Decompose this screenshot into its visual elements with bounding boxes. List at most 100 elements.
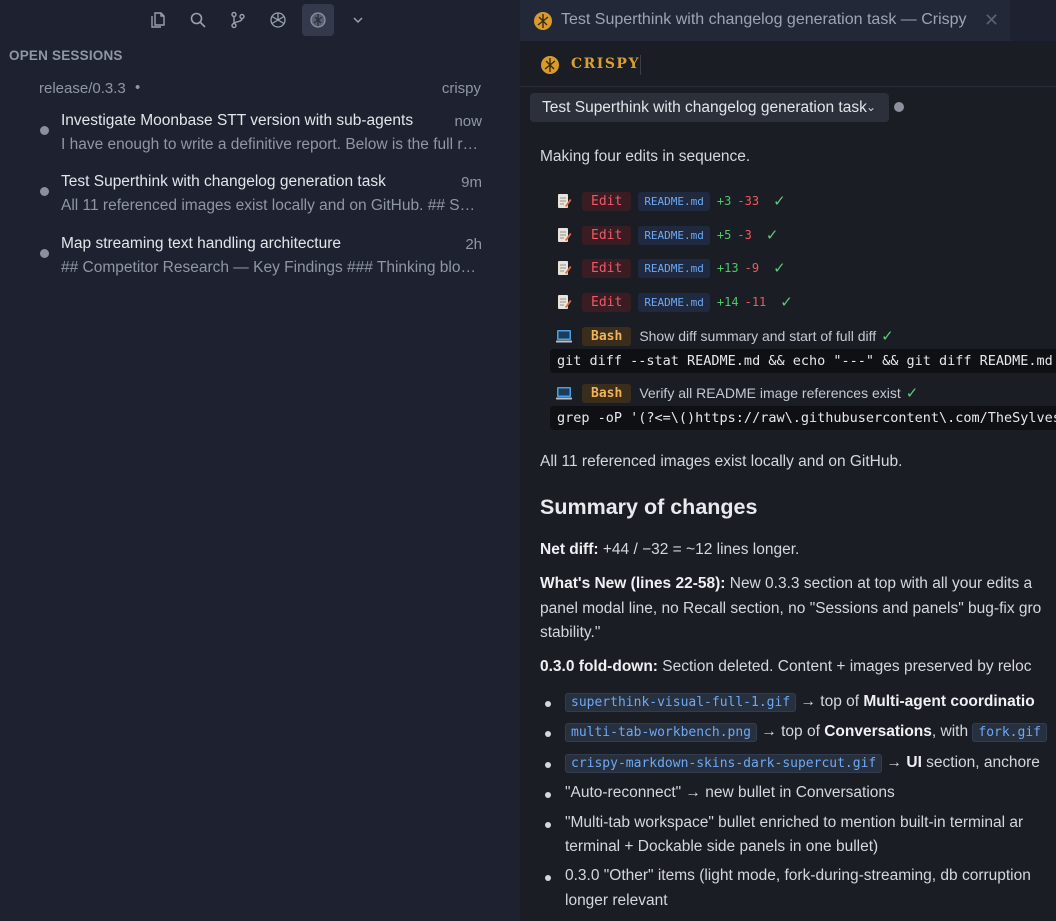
chevron-down-icon[interactable] xyxy=(342,4,374,36)
list-bullet xyxy=(545,875,551,881)
bash-description: Verify all README image references exist xyxy=(639,385,901,401)
openai-icon[interactable] xyxy=(262,4,294,36)
list-bullet xyxy=(545,731,551,737)
session-time: now xyxy=(454,113,482,130)
session-title: Map streaming text handling architecture xyxy=(61,235,342,252)
files-icon[interactable] xyxy=(142,4,174,36)
whats-new-line: What's New (lines 22-58): New 0.3.3 sect… xyxy=(540,575,1032,593)
inline-code: fork.gif xyxy=(972,723,1047,742)
source-control-icon[interactable] xyxy=(222,4,254,36)
list-bullet xyxy=(545,792,551,798)
task-status-dot xyxy=(894,102,904,112)
session-item[interactable]: Map streaming text handling architecture… xyxy=(38,235,482,285)
edit-tool-row[interactable]: Edit README.md +5 -3 ✓ xyxy=(556,224,778,246)
edit-file-icon xyxy=(558,261,572,275)
session-preview: I have enough to write a definitive repo… xyxy=(61,136,482,153)
edit-badge: Edit xyxy=(582,258,632,278)
whats-new-line-3: stability." xyxy=(540,624,601,641)
list-bullet xyxy=(545,822,551,828)
tab-active-session[interactable]: Test Superthink with changelog generatio… xyxy=(520,0,1010,41)
file-chip: README.md xyxy=(638,225,710,245)
tab-strip: Test Superthink with changelog generatio… xyxy=(520,0,1056,41)
session-item[interactable]: Test Superthink with changelog generatio… xyxy=(38,173,482,223)
tab-title: Test Superthink with changelog generatio… xyxy=(561,11,967,28)
list-item-text: crispy-markdown-skins-dark-supercut.gif … xyxy=(565,754,1040,773)
list-item-text: "Multi-tab workspace" bullet enriched to… xyxy=(565,814,1024,831)
branch-separator: • xyxy=(135,79,141,96)
edit-badge: Edit xyxy=(582,225,632,245)
repo-name: crispy xyxy=(441,80,481,97)
bash-badge: Bash xyxy=(582,326,632,346)
list-item-text-line-2: longer relevant xyxy=(565,892,668,909)
list-bullet xyxy=(545,762,551,768)
edit-badge: Edit xyxy=(582,191,632,211)
bash-command: git diff --stat README.md && echo "---" … xyxy=(550,349,1056,373)
header-divider xyxy=(640,55,641,75)
list-bullet xyxy=(545,701,551,707)
lines-removed: -3 xyxy=(737,228,752,242)
lines-added: +13 xyxy=(716,261,739,275)
session-item[interactable]: Investigate Moonbase STT version with su… xyxy=(38,112,482,162)
app-header: CRISPY xyxy=(520,41,1056,87)
summary-heading: Summary of changes xyxy=(540,495,758,519)
lines-added: +3 xyxy=(716,194,732,208)
whats-new-line-2: panel modal line, no Recall section, no … xyxy=(540,600,1042,617)
bash-command: grep -oP '(?<=\()https://raw\.githubuser… xyxy=(550,406,1056,430)
check-icon: ✓ xyxy=(881,328,894,345)
crispy-icon[interactable] xyxy=(302,4,334,36)
inline-code: superthink-visual-full-1.gif xyxy=(565,693,797,712)
list-item-text: multi-tab-workbench.png → top of Convers… xyxy=(565,723,1047,742)
message-text: Making four edits in sequence. xyxy=(540,148,751,165)
edit-tool-row[interactable]: Edit README.md +13 -9 ✓ xyxy=(556,257,786,279)
session-title: Test Superthink with changelog generatio… xyxy=(61,173,386,190)
edit-tool-row[interactable]: Edit README.md +3 -33 ✓ xyxy=(556,190,786,212)
app-name: CRISPY xyxy=(571,56,640,72)
session-status-dot xyxy=(40,187,49,196)
list-item-text: superthink-visual-full-1.gif → top of Mu… xyxy=(565,693,1035,712)
section-title-open-sessions: OPEN SESSIONS xyxy=(9,48,123,63)
edit-file-icon xyxy=(558,295,572,309)
whats-new-label: What's New (lines 22-58): xyxy=(540,575,726,592)
branch-row: release/0.3.3 • crispy xyxy=(39,79,481,100)
conversation-content: Making four edits in sequence. Edit READ… xyxy=(520,128,1056,921)
list-item-text: "Auto-reconnect" → new bullet in Convers… xyxy=(565,784,895,801)
lines-removed: -33 xyxy=(737,194,760,208)
net-diff-label: Net diff: xyxy=(540,541,599,558)
session-preview: All 11 referenced images exist locally a… xyxy=(61,197,482,214)
terminal-icon xyxy=(556,330,572,343)
edit-file-icon xyxy=(558,194,572,208)
folddown-text: Section deleted. Content + images preser… xyxy=(657,658,1032,675)
edit-file-icon xyxy=(558,228,572,242)
session-title: Investigate Moonbase STT version with su… xyxy=(61,112,414,129)
sidebar: OPEN SESSIONS release/0.3.3 • crispy Inv… xyxy=(0,0,520,921)
session-time: 2h xyxy=(465,236,482,253)
close-icon[interactable]: ✕ xyxy=(984,10,999,31)
check-icon: ✓ xyxy=(773,193,786,210)
net-diff-line: Net diff: +44 / −32 = ~12 lines longer. xyxy=(540,541,799,559)
lines-removed: -11 xyxy=(744,295,767,309)
edit-tool-row[interactable]: Edit README.md +14 -11 ✓ xyxy=(556,291,793,313)
check-icon: ✓ xyxy=(773,260,786,277)
crispy-logo-icon xyxy=(541,56,559,74)
crispy-logo-icon xyxy=(534,12,552,30)
task-bar: Test Superthink with changelog generatio… xyxy=(520,88,1056,128)
check-icon: ✓ xyxy=(905,385,919,402)
inline-code: crispy-markdown-skins-dark-supercut.gif xyxy=(565,754,883,773)
session-preview: ## Competitor Research — Key Findings ##… xyxy=(61,259,482,276)
check-icon: ✓ xyxy=(765,227,779,244)
terminal-icon xyxy=(556,387,572,400)
list-item-text: 0.3.0 "Other" items (light mode, fork-du… xyxy=(565,867,1031,884)
search-icon[interactable] xyxy=(182,4,214,36)
branch-name: release/0.3.3 xyxy=(39,80,126,97)
file-chip: README.md xyxy=(638,292,710,312)
bash-tool-row[interactable]: Bash Verify all README image references … xyxy=(556,382,918,404)
bash-tool-row[interactable]: Bash Show diff summary and start of full… xyxy=(556,325,894,347)
task-dropdown[interactable]: Test Superthink with changelog generatio… xyxy=(530,93,889,122)
inline-code: multi-tab-workbench.png xyxy=(565,723,758,742)
whats-new-text: New 0.3.3 section at top with all your e… xyxy=(725,575,1033,592)
net-diff-text: +44 / −32 = ~12 lines longer. xyxy=(598,541,800,558)
bash-badge: Bash xyxy=(582,383,632,403)
file-chip: README.md xyxy=(638,191,710,211)
sidebar-toolbar xyxy=(0,0,520,40)
session-status-dot xyxy=(40,126,49,135)
